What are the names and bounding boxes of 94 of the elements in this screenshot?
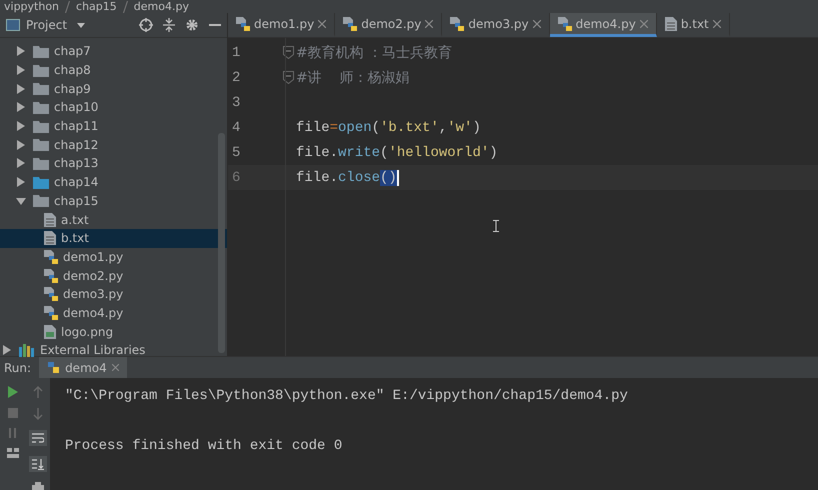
- folder-icon: [33, 156, 49, 170]
- collapsed-arrow-icon[interactable]: [16, 84, 26, 94]
- run-tab[interactable]: demo4: [39, 357, 127, 378]
- fold-icon[interactable]: [283, 46, 294, 59]
- image-file-icon: [44, 324, 56, 339]
- locate-icon[interactable]: [139, 18, 153, 32]
- tree-item[interactable]: External Libraries: [0, 341, 227, 360]
- console-output: Process finished with exit code 0: [65, 437, 344, 456]
- mouse-cursor-icon: [493, 220, 499, 232]
- tree-item[interactable]: chap15: [0, 192, 227, 210]
- code-line: file.close(): [296, 170, 399, 186]
- folder-icon: [33, 82, 49, 96]
- scroll-to-end-button[interactable]: [28, 456, 46, 472]
- breadcrumb-separator-icon: [122, 0, 128, 12]
- close-icon[interactable]: [425, 20, 434, 28]
- python-file-icon: [450, 16, 464, 30]
- console-output: "C:\Program Files\Python38\python.exe" E:/vippython/chap15/demo4.py: [65, 387, 628, 406]
- close-icon[interactable]: [532, 20, 541, 28]
- editor-tab[interactable]: b.txt: [656, 13, 730, 37]
- run-icon[interactable]: [6, 386, 18, 398]
- folder-icon: [33, 194, 49, 208]
- collapsed-arrow-icon[interactable]: [2, 345, 12, 356]
- breadcrumb-item[interactable]: demo4.py: [134, 0, 189, 13]
- python-icon: [47, 361, 60, 374]
- caret-icon[interactable]: [77, 22, 86, 28]
- expanded-arrow-icon[interactable]: [16, 196, 26, 206]
- code-line: file.write('helloworld'): [296, 144, 498, 160]
- tree-item[interactable]: demo4.py: [0, 304, 227, 322]
- scrollbar[interactable]: [218, 133, 225, 353]
- tree-item[interactable]: demo1.py: [0, 248, 227, 266]
- tree-item[interactable]: b.txt: [0, 228, 227, 248]
- python-file-icon: [44, 306, 58, 320]
- collapsed-arrow-icon[interactable]: [16, 177, 26, 188]
- line-number: 5: [231, 144, 242, 160]
- tree-item[interactable]: demo3.py: [0, 284, 227, 304]
- tree-item[interactable]: chap13: [0, 154, 227, 173]
- tree-item[interactable]: chap8: [0, 60, 227, 80]
- tree-item[interactable]: chap11: [0, 116, 227, 136]
- tree-item[interactable]: a.txt: [0, 210, 227, 229]
- print-icon[interactable]: [32, 482, 44, 490]
- editor-tab[interactable]: demo2.py: [335, 13, 442, 37]
- folder-icon: [33, 100, 49, 114]
- python-file-icon: [343, 16, 358, 30]
- tree-item[interactable]: logo.png: [0, 322, 227, 341]
- collapsed-arrow-icon[interactable]: [16, 46, 26, 56]
- close-icon[interactable]: [318, 20, 326, 28]
- breadcrumb-item[interactable]: chap15: [76, 0, 117, 13]
- collapsed-arrow-icon[interactable]: [16, 158, 26, 168]
- panel-icon: [6, 19, 20, 31]
- line-number: 6: [231, 170, 242, 186]
- line-number: 2: [231, 70, 242, 86]
- tree-item[interactable]: chap14: [0, 172, 227, 192]
- folder-icon: [33, 64, 49, 77]
- file-icon: [664, 16, 677, 30]
- breadcrumb-item[interactable]: vippython: [4, 0, 60, 13]
- collapse-icon[interactable]: [163, 18, 175, 32]
- close-icon[interactable]: [712, 20, 721, 28]
- run-label: Run:: [4, 360, 32, 374]
- folder-icon: [33, 120, 49, 133]
- tree-item[interactable]: chap12: [0, 135, 227, 154]
- breadcrumb-separator-icon: [65, 0, 70, 12]
- code-line: file=open('b.txt','w'): [296, 120, 481, 136]
- collapsed-arrow-icon[interactable]: [16, 140, 26, 150]
- code-line: #讲 师：杨淑娟: [296, 68, 410, 86]
- settings-icon[interactable]: [185, 18, 199, 32]
- tree-item[interactable]: chap10: [0, 98, 227, 117]
- soft-wrap-button[interactable]: [28, 430, 46, 446]
- line-number: 3: [231, 94, 242, 110]
- layout-icon[interactable]: [6, 448, 18, 458]
- file-icon: [44, 231, 56, 246]
- python-file-icon: [44, 268, 58, 283]
- editor-tab[interactable]: demo3.py: [442, 13, 550, 37]
- python-file-icon: [558, 16, 572, 30]
- collapsed-arrow-icon[interactable]: [16, 102, 26, 112]
- folder-icon: [33, 176, 49, 189]
- folder-icon: [33, 138, 49, 152]
- library-icon: [19, 344, 35, 357]
- python-file-icon: [44, 287, 58, 302]
- python-file-icon: [44, 250, 58, 264]
- tree-item[interactable]: chap9: [0, 79, 227, 98]
- editor-tab[interactable]: demo4.py: [550, 13, 657, 37]
- code-line: #教育机构 ：马士兵教育: [296, 44, 452, 62]
- file-icon: [44, 212, 56, 227]
- line-number: 1: [231, 44, 242, 60]
- editor-tab[interactable]: demo1.py: [228, 13, 336, 37]
- fold-icon[interactable]: [283, 71, 294, 84]
- collapsed-arrow-icon[interactable]: [16, 65, 26, 76]
- line-number: 4: [231, 120, 242, 136]
- python-file-icon: [236, 16, 250, 30]
- collapsed-arrow-icon[interactable]: [16, 121, 26, 132]
- tree-item[interactable]: demo2.py: [0, 266, 227, 285]
- folder-icon: [33, 44, 49, 58]
- project-dropdown[interactable]: Project: [26, 18, 68, 32]
- tree-item[interactable]: chap7: [0, 42, 227, 61]
